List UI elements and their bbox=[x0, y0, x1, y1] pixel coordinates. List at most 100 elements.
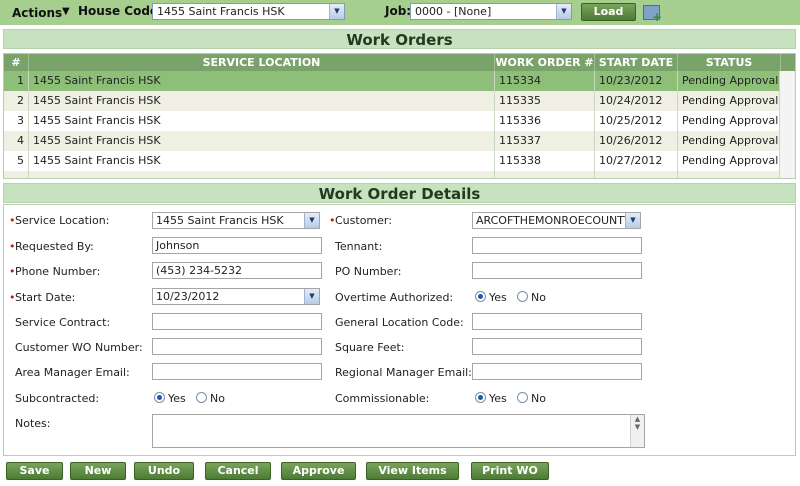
area-manager-email-field[interactable] bbox=[152, 363, 322, 380]
commissionable-yes-radio[interactable] bbox=[475, 392, 486, 403]
overtime-no-label: No bbox=[531, 291, 546, 304]
column-header-service-location[interactable]: SERVICE LOCATION bbox=[29, 54, 495, 71]
phone-number-field[interactable]: (453) 234-5232 bbox=[152, 262, 322, 279]
table-row[interactable]: 2 1455 Saint Francis HSK 115335 10/24/20… bbox=[4, 91, 781, 111]
chevron-down-icon[interactable]: ▼ bbox=[304, 213, 319, 228]
scrollbar-thumb[interactable] bbox=[781, 71, 794, 178]
overtime-yes-label: Yes bbox=[489, 291, 507, 304]
row-status: Pending Approval bbox=[678, 91, 781, 111]
general-location-code-field[interactable] bbox=[472, 313, 642, 330]
column-header-number[interactable]: # bbox=[4, 54, 29, 71]
service-location-select[interactable]: 1455 Saint Francis HSK ▼ bbox=[152, 212, 320, 229]
customer-wo-number-label: Customer WO Number: bbox=[15, 341, 143, 354]
subcontracted-no-radio[interactable] bbox=[196, 392, 207, 403]
commissionable-yes-label: Yes bbox=[489, 392, 507, 405]
row-work-order: 115337 bbox=[495, 131, 595, 151]
row-start-date: 10/24/2012 bbox=[595, 91, 678, 111]
job-label: Job: bbox=[385, 4, 412, 18]
tennant-field[interactable] bbox=[472, 237, 642, 254]
house-code-select[interactable]: 1455 Saint Francis HSK ▼ bbox=[152, 3, 345, 20]
chevron-down-icon[interactable]: ▼ bbox=[304, 289, 319, 304]
column-header-start-date[interactable]: START DATE bbox=[595, 54, 678, 71]
column-header-status[interactable]: STATUS bbox=[678, 54, 781, 71]
column-header-work-order[interactable]: WORK ORDER # bbox=[495, 54, 595, 71]
job-select[interactable]: 0000 - [None] ▼ bbox=[410, 3, 572, 20]
po-number-field[interactable] bbox=[472, 262, 642, 279]
regional-manager-email-label: Regional Manager Email: bbox=[335, 366, 472, 379]
chevron-down-icon[interactable]: ▼ bbox=[625, 213, 640, 228]
overtime-yes-radio[interactable] bbox=[475, 291, 486, 302]
area-manager-email-label: Area Manager Email: bbox=[15, 366, 130, 379]
service-contract-label: Service Contract: bbox=[15, 316, 111, 329]
customer-select[interactable]: ARCOFTHEMONROECOUNTY ▼ bbox=[472, 212, 641, 229]
chevron-down-icon[interactable]: ▼ bbox=[556, 4, 571, 19]
chevron-down-icon[interactable]: ▼ bbox=[329, 4, 344, 19]
row-work-order: 115334 bbox=[495, 71, 595, 91]
row-number: 4 bbox=[4, 131, 29, 151]
work-order-details-panel: • Service Location: 1455 Saint Francis H… bbox=[3, 204, 796, 456]
row-start-date: 10/25/2012 bbox=[595, 111, 678, 131]
service-location-label: Service Location: bbox=[15, 214, 110, 227]
phone-number-label: Phone Number: bbox=[15, 265, 101, 278]
row-location: 1455 Saint Francis HSK bbox=[29, 91, 495, 111]
grid-header: # SERVICE LOCATION WORK ORDER # START DA… bbox=[4, 54, 795, 71]
overtime-authorized-label: Overtime Authorized: bbox=[335, 291, 454, 304]
row-work-order: 115336 bbox=[495, 111, 595, 131]
add-window-icon[interactable] bbox=[643, 5, 662, 24]
row-status: Pending Approval bbox=[678, 71, 781, 91]
house-code-label: House Code: bbox=[78, 4, 163, 18]
service-contract-field[interactable] bbox=[152, 313, 322, 330]
new-button[interactable]: New bbox=[70, 462, 126, 480]
table-row[interactable]: 5 1455 Saint Francis HSK 115338 10/27/20… bbox=[4, 151, 781, 171]
row-status bbox=[678, 171, 781, 178]
requested-by-label: Requested By: bbox=[15, 240, 94, 253]
commissionable-no-radio[interactable] bbox=[517, 392, 528, 403]
load-button[interactable]: Load bbox=[581, 3, 636, 21]
row-location: 1455 Saint Francis HSK bbox=[29, 131, 495, 151]
job-value: 0000 - [None] bbox=[415, 5, 492, 18]
notes-textarea[interactable]: ▲ ▼ bbox=[152, 414, 645, 448]
square-feet-field[interactable] bbox=[472, 338, 642, 355]
table-row[interactable]: 1 1455 Saint Francis HSK 115334 10/23/20… bbox=[4, 71, 781, 91]
row-status: Pending Approval bbox=[678, 111, 781, 131]
customer-wo-number-field[interactable] bbox=[152, 338, 322, 355]
work-orders-title: Work Orders bbox=[3, 29, 796, 49]
notes-scrollbar[interactable]: ▲ ▼ bbox=[630, 415, 644, 447]
commissionable-no-label: No bbox=[531, 392, 546, 405]
po-number-label: PO Number: bbox=[335, 265, 402, 278]
row-start-date: 10/26/2012 bbox=[595, 131, 678, 151]
overtime-no-radio[interactable] bbox=[517, 291, 528, 302]
regional-manager-email-field[interactable] bbox=[472, 363, 642, 380]
cancel-button[interactable]: Cancel bbox=[205, 462, 271, 480]
row-work-order: 115335 bbox=[495, 91, 595, 111]
row-number: 1 bbox=[4, 71, 29, 91]
general-location-code-label: General Location Code: bbox=[335, 316, 464, 329]
start-date-label: Start Date: bbox=[15, 291, 76, 304]
undo-button[interactable]: Undo bbox=[134, 462, 194, 480]
view-items-button[interactable]: View Items bbox=[366, 462, 459, 480]
start-date-value: 10/23/2012 bbox=[156, 290, 220, 303]
square-feet-label: Square Feet: bbox=[335, 341, 405, 354]
row-work-order bbox=[495, 171, 595, 178]
table-row[interactable]: 3 1455 Saint Francis HSK 115336 10/25/20… bbox=[4, 111, 781, 131]
row-work-order: 115338 bbox=[495, 151, 595, 171]
tennant-label: Tennant: bbox=[335, 240, 383, 253]
subcontracted-yes-radio[interactable] bbox=[154, 392, 165, 403]
row-number bbox=[4, 171, 29, 178]
row-start-date bbox=[595, 171, 678, 178]
work-order-details-title: Work Order Details bbox=[3, 183, 796, 203]
top-toolbar: Actions ▼ House Code: 1455 Saint Francis… bbox=[0, 0, 800, 25]
row-number: 3 bbox=[4, 111, 29, 131]
print-wo-button[interactable]: Print WO bbox=[471, 462, 549, 480]
start-date-picker[interactable]: 10/23/2012 ▼ bbox=[152, 288, 320, 305]
actions-dropdown-icon[interactable]: ▼ bbox=[62, 6, 70, 17]
save-button[interactable]: Save bbox=[6, 462, 63, 480]
table-row[interactable]: 4 1455 Saint Francis HSK 115337 10/26/20… bbox=[4, 131, 781, 151]
row-location: 1455 Saint Francis HSK bbox=[29, 111, 495, 131]
actions-menu[interactable]: Actions bbox=[12, 6, 62, 20]
approve-button[interactable]: Approve bbox=[281, 462, 356, 480]
grid-scrollbar[interactable] bbox=[779, 71, 795, 178]
requested-by-field[interactable]: Johnson bbox=[152, 237, 322, 254]
row-start-date: 10/27/2012 bbox=[595, 151, 678, 171]
work-orders-grid: # SERVICE LOCATION WORK ORDER # START DA… bbox=[3, 53, 796, 179]
